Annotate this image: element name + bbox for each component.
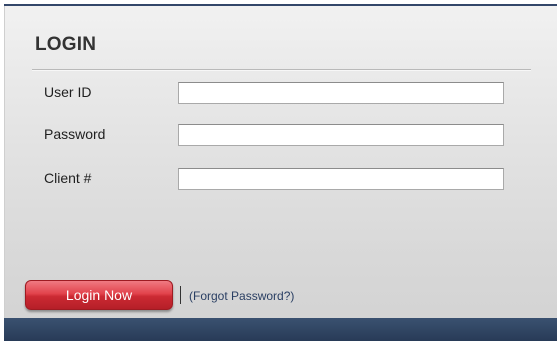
link-separator: [180, 286, 181, 304]
client-number-input[interactable]: [178, 168, 504, 190]
title-divider: [32, 69, 531, 70]
user-id-label: User ID: [44, 84, 92, 100]
login-now-button[interactable]: Login Now: [25, 280, 173, 310]
login-title: LOGIN: [35, 34, 97, 55]
footer-bar: [4, 318, 557, 341]
password-label: Password: [44, 126, 106, 142]
password-input[interactable]: [178, 124, 504, 146]
forgot-password-link[interactable]: (Forgot Password?): [189, 289, 294, 303]
user-id-input[interactable]: [178, 82, 504, 104]
client-number-label: Client #: [44, 170, 92, 186]
